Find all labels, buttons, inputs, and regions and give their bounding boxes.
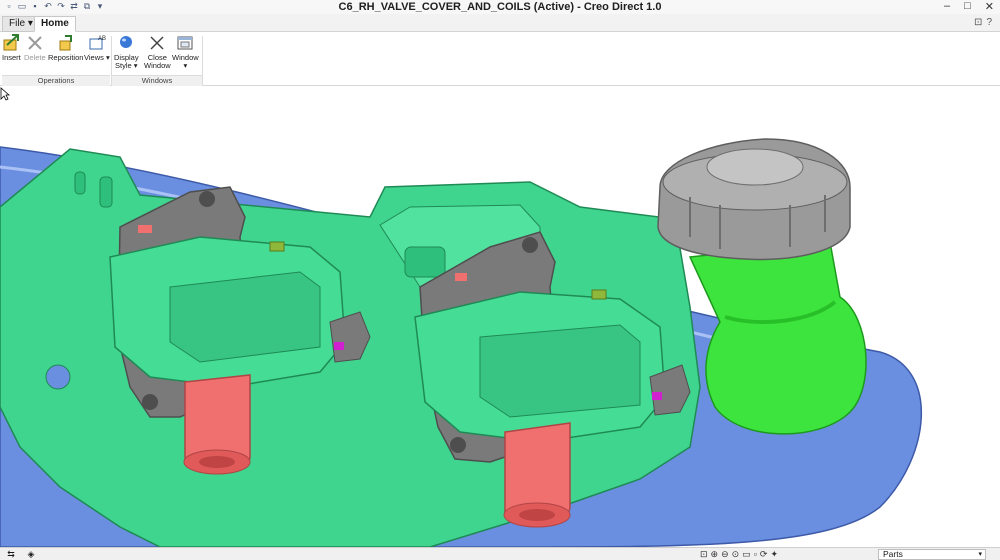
model-tree-icon[interactable]: ◈	[26, 549, 36, 559]
insert-icon	[3, 34, 20, 51]
saved-views-icon[interactable]: ▭	[742, 549, 751, 560]
mouse-cursor-icon	[0, 87, 10, 101]
ribbon-tabs: File ▾ Home ⊡ ?	[0, 14, 1000, 32]
help-icon[interactable]: ?	[986, 17, 992, 28]
selection-filter[interactable]: Parts ▾	[878, 549, 986, 560]
ribbon: Insert Delete Reposition AB Views ▾ Disp…	[0, 32, 1000, 86]
close-window-icon	[150, 36, 164, 50]
minimize-button[interactable]: –	[944, 0, 950, 13]
operations-group-label: Operations	[2, 75, 110, 86]
zoom-window-icon[interactable]: ⊙	[732, 549, 740, 560]
display-style-icon	[120, 36, 133, 48]
spin-center-icon[interactable]: ✦	[770, 549, 778, 560]
close-button[interactable]: ✕	[985, 0, 994, 13]
graphics-viewport[interactable]	[0, 87, 1000, 547]
window-title: C6_RH_VALVE_COVER_AND_COILS (Active) - C…	[338, 1, 662, 13]
repaint-icon[interactable]: ⟳	[760, 549, 768, 560]
window-icon	[177, 36, 193, 50]
window-button[interactable]: Window ▾	[172, 34, 199, 70]
close-window-button[interactable]: Close Window	[144, 34, 171, 70]
model-view	[0, 138, 923, 547]
display-style-button[interactable]: Display Style ▾	[114, 34, 139, 70]
svg-text:AB: AB	[98, 36, 106, 42]
delete-button[interactable]: Delete	[24, 34, 46, 62]
chevron-down-icon: ▾	[978, 551, 982, 558]
zoom-out-icon[interactable]: ⊖	[721, 549, 729, 560]
ribbon-minimize-icon[interactable]: ⊡	[974, 17, 982, 28]
refit-icon[interactable]: ⊡	[700, 549, 708, 560]
delete-icon	[28, 36, 42, 50]
layout-toggle-icon[interactable]: ⇆	[6, 549, 16, 559]
title-bar: ▫ ▭ ▪ ↶ ↷ ⇄ ⧉ ▾ C6_RH_VALVE_COVER_AND_CO…	[0, 0, 1000, 14]
reposition-button[interactable]: Reposition	[48, 34, 83, 62]
maximize-button[interactable]: □	[964, 0, 971, 13]
zoom-in-icon[interactable]: ⊕	[711, 549, 719, 560]
display-style-status-icon[interactable]: ▫	[754, 549, 757, 560]
views-icon: AB	[89, 36, 106, 50]
views-button[interactable]: AB Views ▾	[84, 34, 110, 62]
reposition-icon	[59, 35, 72, 51]
view-toolbar: ⊡ ⊕ ⊖ ⊙ ▭ ▫ ⟳ ✦	[700, 549, 778, 560]
tab-home[interactable]: Home	[34, 16, 76, 32]
insert-button[interactable]: Insert	[2, 34, 21, 62]
windows-group-label: Windows	[112, 75, 202, 86]
status-bar: ⇆ ◈ ⊡ ⊕ ⊖ ⊙ ▭ ▫ ⟳ ✦ Parts ▾	[0, 547, 1000, 560]
oil-filler-neck[interactable]	[688, 241, 867, 435]
